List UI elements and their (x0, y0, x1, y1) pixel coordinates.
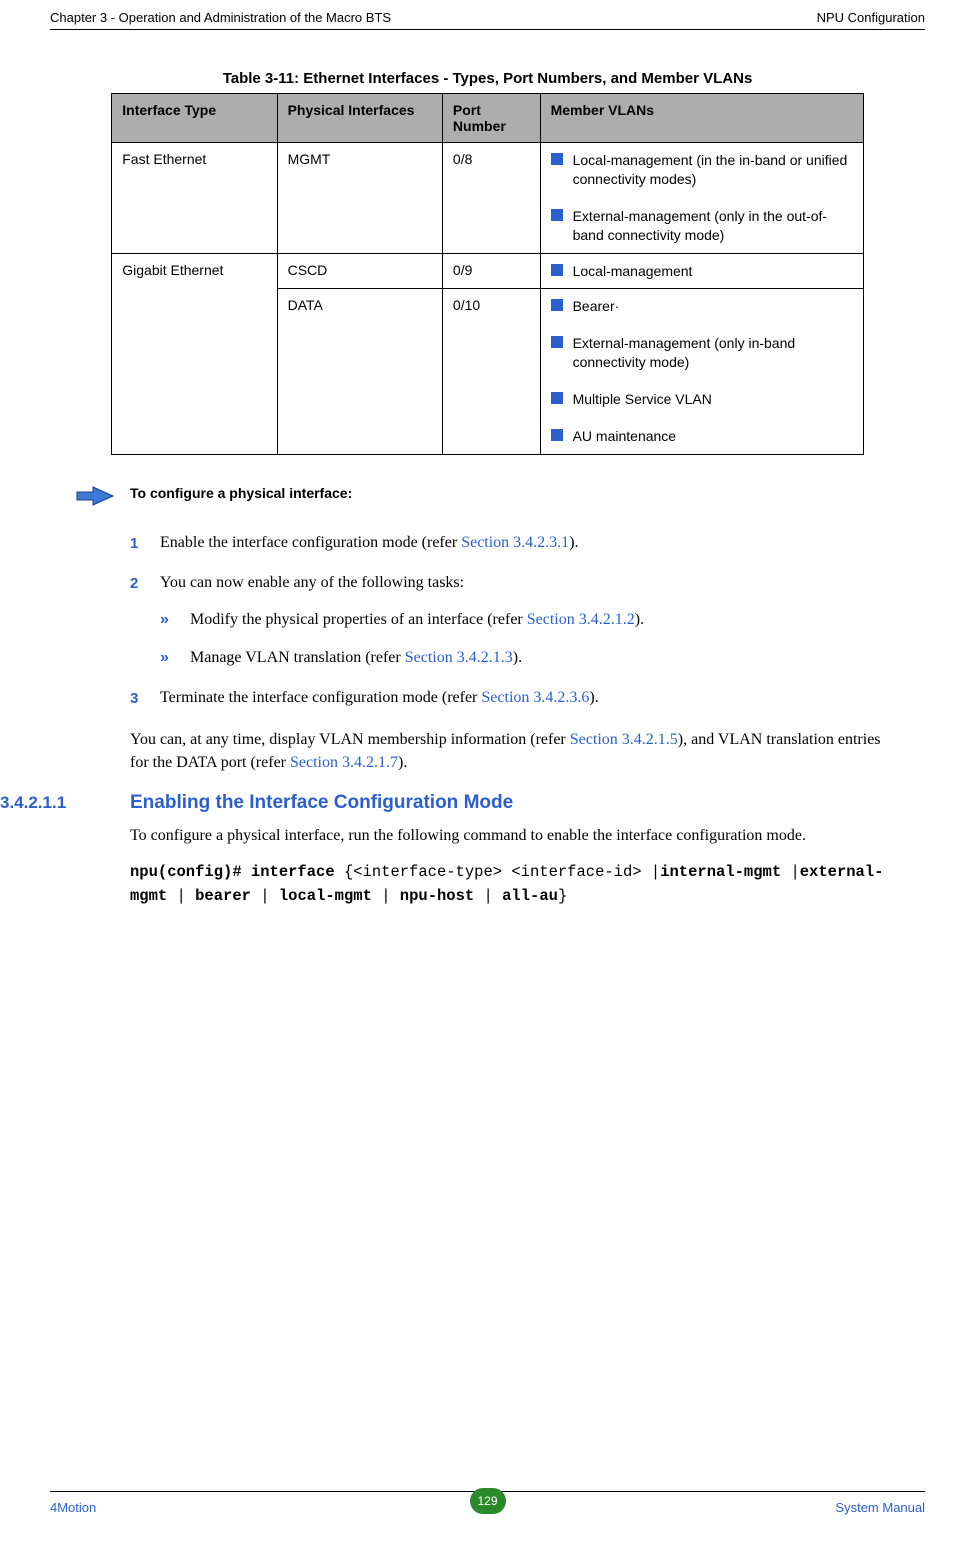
cell-interface-type: Gigabit Ethernet (112, 253, 277, 454)
body-paragraph: You can, at any time, display VLAN membe… (130, 728, 895, 774)
cell-port: 0/9 (442, 253, 540, 289)
section-link[interactable]: Section 3.4.2.1.5 (570, 731, 678, 748)
cmd-bold: bearer (195, 887, 260, 905)
cell-physical: MGMT (277, 143, 442, 254)
vlan-item: Local-management (551, 262, 853, 281)
section-title: Enabling the Interface Configuration Mod… (130, 792, 513, 814)
substep-text: ). (635, 611, 644, 628)
cell-physical: DATA (277, 289, 442, 454)
substep-item: Manage VLAN translation (refer Section 3… (160, 647, 895, 669)
col-header-physical: Physical Interfaces (277, 94, 442, 143)
substep-item: Modify the physical properties of an int… (160, 609, 895, 631)
cell-interface-type: Fast Ethernet (112, 143, 277, 254)
step-text: Enable the interface configuration mode … (160, 534, 461, 551)
step-number: 1 (130, 533, 138, 554)
header-left: Chapter 3 - Operation and Administration… (50, 10, 391, 25)
page-footer: 4Motion 129 System Manual (50, 1491, 925, 1515)
step-list: 1 Enable the interface configuration mod… (130, 532, 895, 710)
step-number: 2 (130, 573, 138, 594)
cmd-bold: all-au (502, 887, 558, 905)
step-text: Terminate the interface configuration mo… (160, 689, 481, 706)
section-link[interactable]: Section 3.4.2.1.2 (527, 611, 635, 628)
cmd-bold: local-mgmt (279, 887, 381, 905)
cmd-bold: npu(config)# interface (130, 863, 344, 881)
vlan-item: External-management (only in-band connec… (551, 334, 853, 372)
substep-text: ). (513, 649, 522, 666)
substep-text: Modify the physical properties of an int… (190, 611, 527, 628)
table-caption: Table 3-11: Ethernet Interfaces - Types,… (50, 70, 925, 87)
page-header: Chapter 3 - Operation and Administration… (50, 10, 925, 30)
step-text: ). (569, 534, 578, 551)
col-header-interface-type: Interface Type (112, 94, 277, 143)
cmd-text: | (790, 863, 799, 881)
section-heading-row: 3.4.2.1.1 Enabling the Interface Configu… (50, 792, 925, 814)
step-number: 3 (130, 688, 138, 709)
cell-vlans: Local-management (in the in-band or unif… (540, 143, 863, 254)
section-link[interactable]: Section 3.4.2.1.3 (405, 649, 513, 666)
cmd-text: | (177, 887, 196, 905)
cell-physical: CSCD (277, 253, 442, 289)
vlan-item: External-management (only in the out-of-… (551, 207, 853, 245)
step-item: 3 Terminate the interface configuration … (130, 687, 895, 709)
arrow-icon (75, 485, 115, 507)
footer-left: 4Motion (50, 1500, 96, 1515)
vlan-table: Interface Type Physical Interfaces Port … (111, 93, 864, 455)
para-text: ). (398, 754, 407, 771)
vlan-item: Bearer· (551, 297, 853, 316)
substep-text: Manage VLAN translation (refer (190, 649, 405, 666)
procedure-label: To configure a physical interface: (130, 485, 352, 501)
col-header-vlans: Member VLANs (540, 94, 863, 143)
cmd-text: } (558, 887, 567, 905)
cmd-text: | (484, 887, 503, 905)
para-text: You can, at any time, display VLAN membe… (130, 731, 570, 748)
step-text: ). (589, 689, 598, 706)
table-row: Fast Ethernet MGMT 0/8 Local-management … (112, 143, 864, 254)
footer-right: System Manual (835, 1500, 925, 1515)
section-link[interactable]: Section 3.4.2.1.7 (290, 754, 398, 771)
body-paragraph: To configure a physical interface, run t… (130, 824, 895, 847)
cell-vlans: Bearer· External-management (only in-ban… (540, 289, 863, 454)
vlan-item: Local-management (in the in-band or unif… (551, 151, 853, 189)
table-row: Gigabit Ethernet CSCD 0/9 Local-manageme… (112, 253, 864, 289)
cell-vlans: Local-management (540, 253, 863, 289)
procedure-heading-row: To configure a physical interface: (130, 485, 895, 507)
section-link[interactable]: Section 3.4.2.3.6 (481, 689, 589, 706)
cmd-text: {<interface-type> <interface-id> | (344, 863, 660, 881)
section-link[interactable]: Section 3.4.2.3.1 (461, 534, 569, 551)
cmd-text: | (381, 887, 400, 905)
vlan-item: AU maintenance (551, 427, 853, 446)
step-item: 2 You can now enable any of the followin… (130, 572, 895, 669)
step-item: 1 Enable the interface configuration mod… (130, 532, 895, 554)
table-header-row: Interface Type Physical Interfaces Port … (112, 94, 864, 143)
col-header-port: Port Number (442, 94, 540, 143)
command-block: npu(config)# interface {<interface-type>… (130, 861, 895, 908)
cmd-bold: internal-mgmt (660, 863, 790, 881)
cell-port: 0/10 (442, 289, 540, 454)
step-text: You can now enable any of the following … (160, 574, 464, 591)
cell-port: 0/8 (442, 143, 540, 254)
vlan-item: Multiple Service VLAN (551, 390, 853, 409)
header-right: NPU Configuration (817, 10, 925, 25)
page-number-badge: 129 (470, 1488, 506, 1514)
cmd-text: | (260, 887, 279, 905)
section-number: 3.4.2.1.1 (0, 793, 130, 813)
cmd-bold: npu-host (400, 887, 484, 905)
